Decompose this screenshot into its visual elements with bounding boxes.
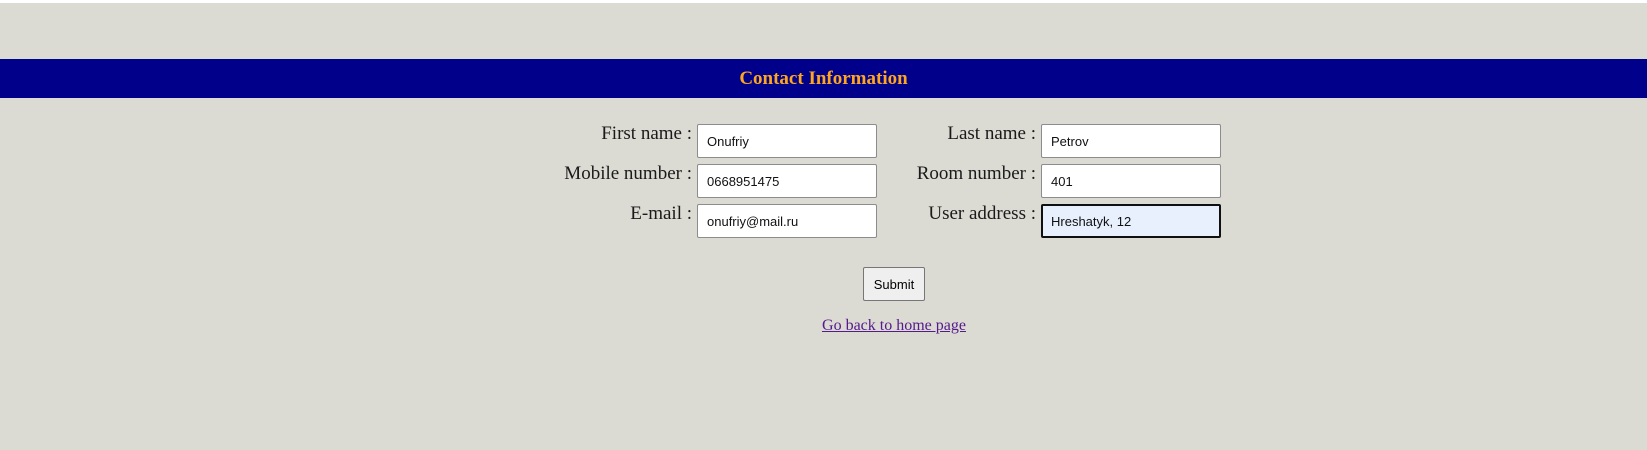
email-input[interactable] <box>697 204 877 238</box>
last-name-input[interactable] <box>1041 124 1221 158</box>
first-name-input[interactable] <box>697 124 877 158</box>
user-address-label: User address : <box>928 203 1036 224</box>
room-number-label: Room number : <box>916 163 1036 184</box>
room-number-input[interactable] <box>1041 164 1221 198</box>
mobile-number-input[interactable] <box>697 164 877 198</box>
mobile-number-label: Mobile number : <box>564 163 692 184</box>
home-page-link[interactable]: Go back to home page <box>0 316 1647 336</box>
page-title: Contact Information <box>739 67 908 89</box>
submit-button[interactable]: Submit <box>863 267 925 301</box>
last-name-label: Last name : <box>947 123 1036 144</box>
email-label: E-mail : <box>630 203 692 224</box>
header-banner: Contact Information <box>0 59 1647 98</box>
user-address-input[interactable] <box>1041 204 1221 238</box>
first-name-label: First name : <box>601 123 692 144</box>
